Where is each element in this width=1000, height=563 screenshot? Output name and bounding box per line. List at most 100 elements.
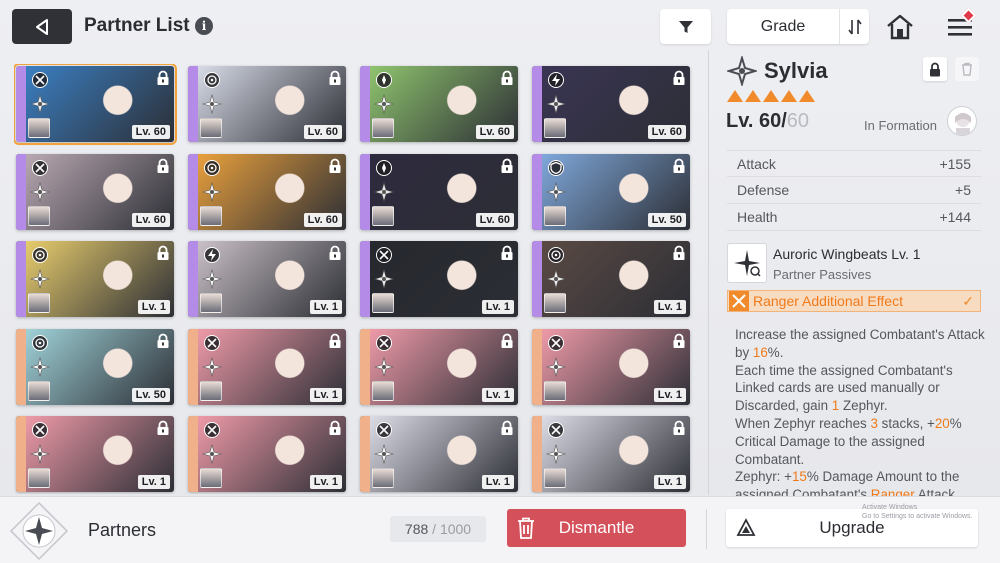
grade-sort-button[interactable]: Grade [727,9,839,44]
combatant-mini-portrait [544,293,566,313]
stat-label: Health [737,209,778,225]
partner-card[interactable]: Lv. 1 [360,416,518,492]
shuriken-icon [546,181,566,202]
star-icon [763,90,779,102]
combatant-mini-portrait [200,293,222,313]
level-display: Lv. 60/60 [726,110,809,133]
count-separator: / [428,521,440,537]
back-arrow-icon [36,18,48,35]
partner-card[interactable]: Lv. 1 [532,241,690,317]
shuriken-icon [374,94,394,114]
lock-button[interactable] [923,57,947,81]
partner-card[interactable]: Lv. 1 [360,241,518,317]
partner-level: Lv. 60 [475,212,514,227]
lock-icon[interactable] [500,420,514,436]
desc-value: 3 [870,415,878,431]
lock-icon[interactable] [328,70,342,86]
lock-icon[interactable] [328,158,342,174]
partner-card[interactable]: Lv. 50 [532,153,690,230]
rarity-stripe [360,328,370,405]
sort-icon [847,19,862,34]
stat-value: +5 [955,182,971,198]
lock-icon[interactable] [500,333,514,349]
rarity-stripe [188,416,198,492]
desc-value: 15 [791,469,807,485]
lock-icon[interactable] [156,333,170,349]
combatant-mini-portrait [28,118,50,138]
shuriken-icon [546,444,566,464]
shuriken-icon [202,269,222,289]
partner-card[interactable]: Lv. 1 [188,241,346,317]
home-button[interactable] [882,10,918,44]
partner-card[interactable]: Lv. 60 [188,66,346,142]
partner-card[interactable]: Lv. 1 [188,328,346,405]
sort-order-button[interactable] [839,9,869,44]
partner-grid: Lv. 60 Lv. 60 Lv. 60 Lv. 60 Lv. 60 Lv. 60 Lv. … [14,64,694,494]
dismantle-label: Dismantle [558,518,635,537]
partner-card[interactable]: Lv. 50 [16,328,174,405]
lock-icon[interactable] [500,245,514,261]
lock-icon[interactable] [328,245,342,261]
lock-icon[interactable] [672,70,686,86]
trash-button-small[interactable] [955,57,979,81]
rarity-stripe [188,328,198,405]
partner-card[interactable]: Lv. 60 [360,153,518,230]
partner-card[interactable]: Lv. 1 [532,328,690,405]
partner-level: Lv. 1 [481,300,514,314]
partner-card[interactable]: Lv. 1 [532,416,690,492]
partner-level: Lv. 50 [647,212,686,227]
rarity-stripe [532,416,542,492]
lock-icon[interactable] [156,420,170,436]
filter-icon [678,20,693,33]
lock-icon[interactable] [672,420,686,436]
combatant-mini-portrait [544,468,566,488]
lock-icon[interactable] [500,70,514,86]
rarity-stripe [532,66,542,142]
combatant-mini-portrait [28,293,50,313]
combatant-mini-portrait [28,468,50,488]
partner-card[interactable]: Lv. 60 [360,66,518,142]
lock-icon[interactable] [672,333,686,349]
shuriken-class-icon [727,56,757,86]
stat-row-defense: Defense +5 [727,177,981,204]
info-icon[interactable]: i [195,17,213,35]
stat-row-health: Health +144 [727,204,981,231]
crossed-swords-icon [204,422,220,438]
formation-avatar[interactable] [947,106,977,136]
dismantle-button[interactable]: Dismantle [507,509,686,547]
partner-card[interactable]: Lv. 60 [16,153,174,230]
partner-card[interactable]: Lv. 1 [16,416,174,492]
level-max: 60 [786,110,810,132]
ranger-effect-toggle[interactable]: Ranger Additional Effect ✓ [727,290,981,312]
partner-card[interactable]: Lv. 1 [360,328,518,405]
back-button[interactable] [12,9,72,44]
home-icon [887,14,913,40]
partner-count: 788 / 1000 [390,516,486,542]
passive-skill-icon[interactable] [727,243,767,283]
shuriken-icon [374,444,394,464]
partner-card[interactable]: Lv. 1 [188,416,346,492]
lock-icon[interactable] [672,245,686,261]
lock-icon[interactable] [328,420,342,436]
rarity-stripe [16,328,26,405]
desc-text: %. [767,344,784,360]
lock-icon[interactable] [672,158,686,174]
rarity-stripe [188,153,198,230]
target-icon [32,247,48,263]
shuriken-icon [546,269,566,289]
partner-card[interactable]: Lv. 60 [14,64,177,145]
lock-icon[interactable] [500,158,514,174]
partner-card[interactable]: Lv. 1 [16,241,174,317]
filter-button[interactable] [660,9,711,44]
check-icon: ✓ [962,292,974,309]
partner-card[interactable]: Lv. 60 [532,66,690,142]
rarity-stripe [532,328,542,405]
lock-icon[interactable] [156,245,170,261]
desc-value: 16 [752,344,768,360]
partner-card[interactable]: Lv. 60 [188,153,346,230]
level-current: Lv. 60/ [726,110,787,132]
rarity-stripe [16,416,26,492]
lock-icon[interactable] [328,333,342,349]
lock-icon[interactable] [156,158,170,174]
lock-icon[interactable] [156,70,170,86]
